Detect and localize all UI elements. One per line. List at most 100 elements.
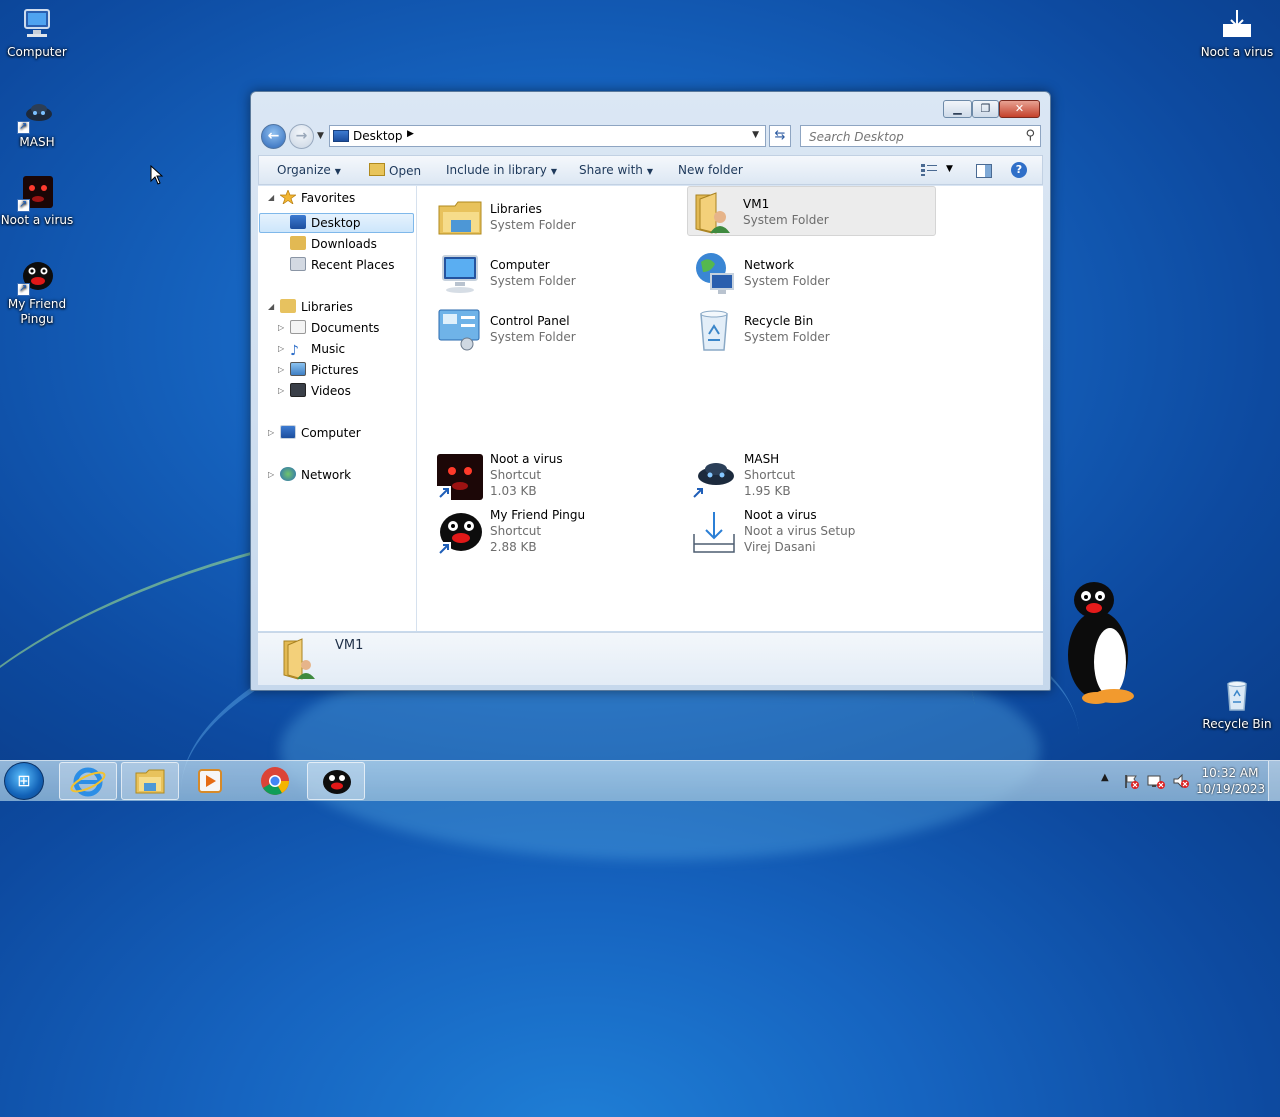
breadcrumb-desktop[interactable]: Desktop [353, 129, 403, 143]
tree-item-pictures[interactable]: ▷ Pictures [278, 360, 359, 380]
tree-label: Documents [311, 321, 380, 335]
desktop-icon-label: Noot a virus [0, 213, 74, 227]
recent-pages-dropdown[interactable]: ▼ [317, 131, 324, 141]
action-center-flag-icon[interactable] [1123, 773, 1139, 792]
item-type: System Folder [490, 218, 576, 232]
tree-collapsed-icon[interactable]: ▷ [278, 339, 284, 359]
address-bar[interactable]: Desktop ▶ ▼ [329, 125, 766, 147]
tree-label: Computer [301, 426, 361, 440]
list-item[interactable]: Control Panel System Folder [435, 304, 684, 354]
open-button[interactable]: Open [369, 163, 421, 178]
computer-icon [442, 255, 478, 293]
desktop-icon-noot-a-virus-setup[interactable]: Noot a virus [1199, 6, 1275, 60]
tree-item-documents[interactable]: ▷ Documents [278, 318, 380, 338]
computer-icon [19, 6, 55, 42]
list-item[interactable]: Computer System Folder [435, 248, 684, 298]
forward-button[interactable]: → [289, 124, 314, 149]
mouse-cursor-icon [150, 165, 164, 185]
show-desktop-button[interactable] [1268, 761, 1280, 801]
help-button[interactable]: ? [1011, 162, 1027, 178]
clock-time[interactable]: 10:32 AM [1200, 766, 1260, 780]
tree-item-recent-places[interactable]: Recent Places [290, 255, 394, 275]
pingu-icon [323, 770, 351, 794]
volume-muted-icon[interactable] [1172, 773, 1190, 792]
desktop-icon-noot-a-virus[interactable]: Noot a virus [0, 174, 75, 228]
tree-item-downloads[interactable]: Downloads [290, 234, 377, 254]
item-size: 2.88 KB [490, 540, 537, 554]
tree-collapsed-icon[interactable]: ▷ [268, 465, 274, 485]
tree-expanded-icon[interactable]: ◢ [268, 188, 274, 208]
include-library-label: Include in library [446, 163, 547, 177]
desktop-icon-my-friend-pingu[interactable]: My Friend Pingu [0, 258, 75, 327]
navigation-bar: ← → ▼ Desktop ▶ ▼ ⇆ ⚲ [259, 124, 1042, 150]
breadcrumb-chevron-icon[interactable]: ▶ [407, 129, 414, 139]
explorer-window[interactable]: ▁ ❐ ✕ ← → ▼ Desktop ▶ ▼ ⇆ ⚲ Organize▼ Op… [250, 91, 1051, 691]
taskbar-media-player[interactable] [183, 762, 241, 800]
videos-icon [290, 383, 306, 397]
item-type: System Folder [744, 274, 830, 288]
music-icon: ♪ [290, 343, 299, 359]
network-status-icon[interactable] [1147, 773, 1165, 792]
tree-collapsed-icon[interactable]: ▷ [278, 360, 284, 380]
view-options-dropdown[interactable]: ▼ [946, 164, 953, 174]
back-arrow-icon: ← [267, 128, 280, 144]
tree-item-libraries[interactable]: ◢ Libraries [268, 297, 353, 317]
share-with-menu[interactable]: Share with ▼ [579, 163, 653, 177]
control-panel-icon [438, 309, 480, 351]
taskbar-internet-explorer[interactable] [59, 762, 117, 800]
share-with-label: Share with [579, 163, 643, 177]
taskbar-windows-explorer[interactable] [121, 762, 179, 800]
tree-collapsed-icon[interactable]: ▷ [278, 318, 284, 338]
tree-collapsed-icon[interactable]: ▷ [278, 381, 284, 401]
clock-date[interactable]: 10/19/2023 [1196, 782, 1265, 796]
show-hidden-icons-button[interactable]: ▲ [1101, 772, 1109, 783]
list-item[interactable]: Noot a virus Noot a virus Setup Virej Da… [689, 508, 938, 558]
computer-icon [280, 425, 296, 439]
new-folder-button[interactable]: New folder [678, 163, 743, 177]
desktop-icon-computer[interactable]: Computer [0, 6, 75, 60]
user-folder-icon [283, 638, 315, 680]
tree-item-videos[interactable]: ▷ Videos [278, 381, 351, 401]
tree-collapsed-icon[interactable]: ▷ [268, 423, 274, 443]
item-size: 1.95 KB [744, 484, 791, 498]
list-item[interactable]: MASH Shortcut 1.95 KB [689, 452, 938, 502]
minimize-button[interactable]: ▁ [943, 100, 972, 118]
organize-menu[interactable]: Organize ▼ [277, 163, 341, 177]
list-item[interactable]: Network System Folder [689, 248, 938, 298]
star-icon [278, 189, 298, 205]
start-button[interactable]: ⊞ [4, 762, 44, 800]
list-item[interactable]: Libraries System Folder [435, 192, 684, 242]
item-name: VM1 [743, 197, 770, 211]
refresh-button[interactable]: ⇆ [769, 125, 791, 147]
tree-expanded-icon[interactable]: ◢ [268, 297, 274, 317]
downloads-folder-icon [290, 236, 306, 250]
recycle-bin-icon [1219, 678, 1255, 714]
list-item[interactable]: My Friend Pingu Shortcut 2.88 KB [435, 508, 684, 558]
list-item[interactable]: Recycle Bin System Folder [689, 304, 938, 354]
desktop-icon-mash[interactable]: MASH [0, 96, 75, 150]
taskbar-pingu[interactable] [307, 762, 365, 800]
back-button[interactable]: ← [261, 124, 286, 149]
search-box[interactable]: ⚲ [800, 125, 1041, 147]
list-item-selected[interactable]: VM1 System Folder [687, 186, 936, 236]
include-in-library-menu[interactable]: Include in library ▼ [446, 163, 557, 177]
address-dropdown-icon[interactable]: ▼ [752, 130, 759, 140]
tree-item-desktop[interactable]: Desktop [290, 213, 361, 233]
details-pane: VM1 [258, 632, 1043, 685]
noot-icon [437, 454, 483, 500]
tree-item-network[interactable]: ▷ Network [268, 465, 351, 485]
search-input[interactable] [807, 128, 1011, 146]
tree-item-computer[interactable]: ▷ Computer [268, 423, 361, 443]
pingu-desktop-figure[interactable] [1062, 580, 1142, 705]
maximize-button[interactable]: ❐ [972, 100, 999, 118]
chrome-icon [261, 767, 289, 795]
taskbar-chrome[interactable] [245, 762, 303, 800]
tree-item-favorites[interactable]: ◢ Favorites [268, 188, 355, 208]
preview-pane-button[interactable] [976, 164, 992, 181]
desktop-icon-recycle-bin[interactable]: Recycle Bin [1199, 678, 1275, 732]
close-button[interactable]: ✕ [999, 100, 1040, 118]
change-view-button[interactable] [921, 164, 937, 179]
list-item[interactable]: Noot a virus Shortcut 1.03 KB [435, 452, 684, 502]
tree-item-music[interactable]: ▷ ♪ Music [278, 339, 345, 359]
search-icon[interactable]: ⚲ [1025, 128, 1035, 143]
